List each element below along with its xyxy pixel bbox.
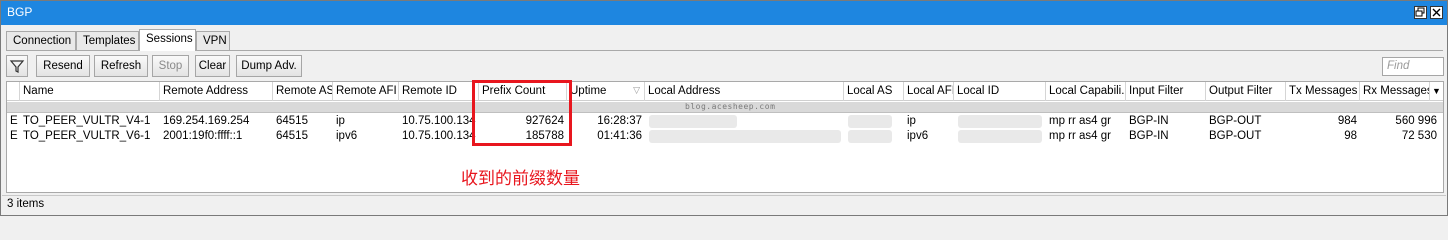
bgp-window: BGP Connection Templates Sessions VPN Re… xyxy=(0,0,1448,216)
rx-messages-cell: 560 996 xyxy=(1395,115,1437,127)
tx-messages-cell: 98 xyxy=(1344,130,1357,142)
comment-row[interactable]: blog.acesheep.com xyxy=(7,102,1443,113)
output-filter-cell: BGP-OUT xyxy=(1209,130,1262,142)
close-icon[interactable] xyxy=(1430,6,1443,19)
tab-templates[interactable]: Templates xyxy=(76,31,139,51)
header-remote-id[interactable]: Remote ID xyxy=(399,82,479,101)
name-cell: TO_PEER_VULTR_V6-1 xyxy=(23,130,151,142)
header-name[interactable]: Name xyxy=(20,82,160,101)
table-row[interactable]: E TO_PEER_VULTR_V4-1 169.254.169.254 645… xyxy=(7,114,1443,129)
resend-button[interactable]: Resend xyxy=(36,55,90,77)
remote-as-cell: 64515 xyxy=(276,130,308,142)
redacted-local-address xyxy=(649,115,737,128)
find-input[interactable]: Find xyxy=(1382,57,1444,76)
restore-icon[interactable] xyxy=(1414,6,1427,19)
stop-button[interactable]: Stop xyxy=(152,55,189,77)
header-uptime-label: Uptime xyxy=(570,85,607,97)
rx-messages-cell: 72 530 xyxy=(1401,130,1437,142)
tab-sessions[interactable]: Sessions xyxy=(139,29,196,51)
header-uptime[interactable]: Uptime ▽ xyxy=(567,82,645,101)
prefix-count-cell: 185788 xyxy=(525,130,564,142)
header-local-address[interactable]: Local Address xyxy=(645,82,844,101)
local-afi-cell: ip xyxy=(907,115,916,127)
sessions-table: Name Remote Address Remote AS Remote AFI… xyxy=(6,81,1444,193)
watermark: blog.acesheep.com xyxy=(685,102,776,111)
window-title: BGP xyxy=(7,5,33,19)
dump-adv-button[interactable]: Dump Adv. xyxy=(236,55,302,77)
table-row[interactable]: E TO_PEER_VULTR_V6-1 2001:19f0:ffff::1 6… xyxy=(7,129,1443,144)
annotation-label: 收到的前缀数量 xyxy=(461,169,580,189)
redacted-local-id xyxy=(958,115,1042,128)
local-capabilities-cell: mp rr as4 gr xyxy=(1049,115,1111,127)
redacted-local-id xyxy=(958,130,1042,143)
name-cell: TO_PEER_VULTR_V4-1 xyxy=(23,115,151,127)
remote-id-cell: 10.75.100.134 xyxy=(402,115,476,127)
redacted-local-as xyxy=(848,130,892,143)
tx-messages-cell: 984 xyxy=(1337,115,1357,127)
flag-cell: E xyxy=(10,130,18,142)
remote-address-cell: 169.254.169.254 xyxy=(163,115,250,127)
output-filter-cell: BGP-OUT xyxy=(1209,115,1262,127)
local-afi-cell: ipv6 xyxy=(907,130,929,142)
input-filter-cell: BGP-IN xyxy=(1129,130,1169,142)
clear-button[interactable]: Clear xyxy=(195,55,230,77)
sort-descending-icon: ▽ xyxy=(633,85,640,95)
table-header: Name Remote Address Remote AS Remote AFI… xyxy=(7,82,1443,101)
uptime-cell: 01:41:36 xyxy=(597,130,642,142)
header-flag xyxy=(7,82,20,101)
header-input-filter[interactable]: Input Filter xyxy=(1126,82,1206,101)
remote-as-cell: 64515 xyxy=(276,115,308,127)
header-local-afi[interactable]: Local AFI xyxy=(904,82,954,101)
tab-vpn[interactable]: VPN xyxy=(196,31,230,51)
header-remote-address[interactable]: Remote Address xyxy=(160,82,273,101)
tab-divider xyxy=(6,50,1443,51)
redacted-local-address xyxy=(649,130,841,143)
header-local-id[interactable]: Local ID xyxy=(954,82,1046,101)
refresh-button[interactable]: Refresh xyxy=(94,55,148,77)
redacted-local-as xyxy=(848,115,892,128)
remote-afi-cell: ip xyxy=(336,115,345,127)
header-remote-afi[interactable]: Remote AFI xyxy=(333,82,399,101)
header-local-capabilities[interactable]: Local Capabili... xyxy=(1046,82,1126,101)
header-rx-messages[interactable]: Rx Messages xyxy=(1360,82,1430,101)
status-bar: 3 items xyxy=(2,195,1446,215)
title-bar[interactable]: BGP xyxy=(1,1,1447,25)
header-output-filter[interactable]: Output Filter xyxy=(1206,82,1286,101)
local-capabilities-cell: mp rr as4 gr xyxy=(1049,130,1111,142)
filter-icon xyxy=(7,60,27,79)
flag-cell: E xyxy=(10,115,18,127)
header-tx-messages[interactable]: Tx Messages xyxy=(1286,82,1360,101)
tab-connection[interactable]: Connection xyxy=(6,31,76,51)
filter-button[interactable] xyxy=(6,55,28,77)
column-menu-icon[interactable]: ▼ xyxy=(1430,82,1443,101)
remote-id-cell: 10.75.100.134 xyxy=(402,130,476,142)
prefix-count-cell: 927624 xyxy=(525,115,564,127)
input-filter-cell: BGP-IN xyxy=(1129,115,1169,127)
header-prefix-count[interactable]: Prefix Count xyxy=(479,82,567,101)
header-remote-as[interactable]: Remote AS xyxy=(273,82,333,101)
header-local-as[interactable]: Local AS xyxy=(844,82,904,101)
remote-address-cell: 2001:19f0:ffff::1 xyxy=(163,130,243,142)
remote-afi-cell: ipv6 xyxy=(336,130,358,142)
uptime-cell: 16:28:37 xyxy=(597,115,642,127)
